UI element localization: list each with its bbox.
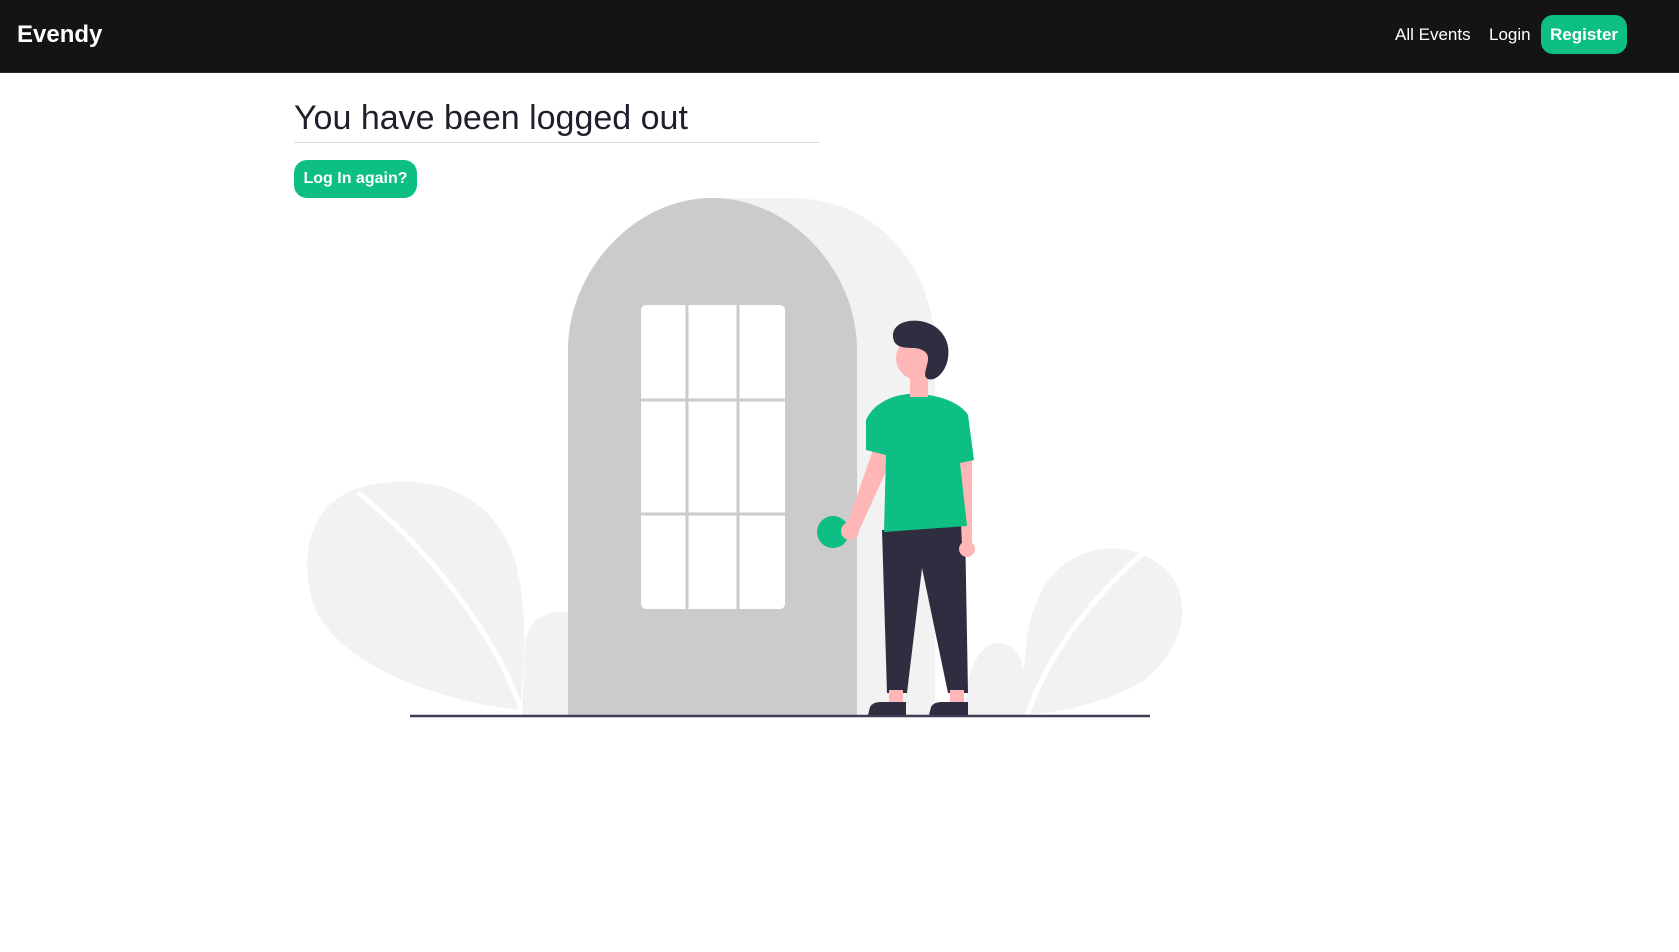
title-divider	[294, 142, 820, 143]
log-in-again-button[interactable]: Log In again?	[294, 160, 417, 198]
top-navbar: Evendy All Events Login Register	[0, 0, 1679, 73]
nav-all-events-link[interactable]: All Events	[1395, 24, 1471, 46]
nav-login-link[interactable]: Login	[1489, 24, 1531, 46]
right-plant-leaf	[965, 548, 1183, 716]
brand-logo[interactable]: Evendy	[17, 20, 102, 50]
page-title: You have been logged out	[294, 99, 688, 137]
register-button[interactable]: Register	[1541, 15, 1627, 54]
left-plant-leaf	[307, 481, 575, 715]
logged-out-illustration	[307, 198, 1183, 718]
door-window	[641, 305, 785, 609]
